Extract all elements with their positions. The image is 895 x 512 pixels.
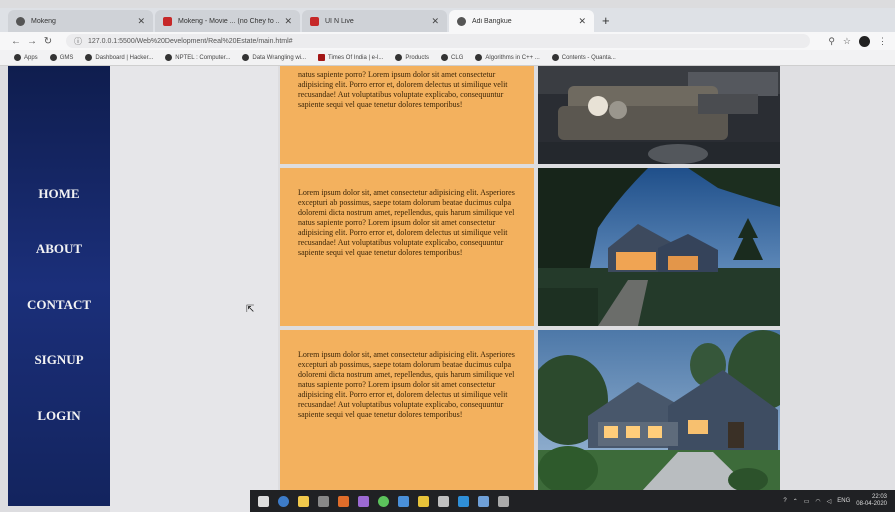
sidebar: HOME ABOUT CONTACT SIGNUP LOGIN	[8, 66, 110, 506]
app-icon[interactable]	[418, 495, 429, 507]
house-photo	[538, 330, 780, 506]
nav-login[interactable]: LOGIN	[8, 408, 110, 424]
reload-icon[interactable]: ↻	[40, 36, 56, 47]
bookmark-icon	[242, 54, 250, 61]
listing-row: Lorem ipsum dolor sit, amet consectetur …	[280, 168, 780, 326]
bookmark[interactable]: Contents - Quanta...	[551, 54, 616, 61]
clock[interactable]: 22:03 08-04-2020	[856, 494, 887, 508]
notepad-icon[interactable]	[438, 495, 449, 507]
bookmark-icon	[475, 54, 483, 61]
listing-text: Lorem ipsum dolor sit, amet consectetur …	[280, 168, 534, 326]
app-icon[interactable]	[318, 495, 329, 507]
house-evening-image	[538, 330, 780, 506]
page: HOME ABOUT CONTACT SIGNUP LOGIN natus sa…	[0, 66, 895, 512]
system-tray: ? ⌃ ▭ ◠ ◁ ENG 22:03 08-04-2020	[783, 494, 887, 508]
app-icon[interactable]	[398, 495, 409, 507]
nav-about[interactable]: ABOUT	[8, 241, 110, 257]
taskbar: ? ⌃ ▭ ◠ ◁ ENG 22:03 08-04-2020	[250, 490, 895, 512]
volume-icon[interactable]: ◁	[827, 498, 832, 505]
new-tab-icon[interactable]: +	[602, 13, 610, 28]
toolbar: ← → ↻ ⓘ 127.0.0.1:5500/Web%20Development…	[0, 32, 895, 50]
living-room-image	[538, 66, 780, 164]
vscode-icon[interactable]	[458, 495, 469, 507]
bookmark[interactable]: Apps	[14, 54, 38, 61]
listing-row: natus sapiente porro? Lorem ipsum dolor …	[280, 66, 780, 164]
close-icon[interactable]: ✕	[137, 16, 145, 27]
mouse-cursor-icon: ⇱	[246, 304, 255, 315]
bookmark[interactable]: Algorithms in C++ ...	[475, 54, 540, 61]
browser-tab[interactable]: Mokeng ✕	[8, 10, 153, 32]
bookmark-icon	[318, 54, 325, 61]
globe-icon	[16, 16, 25, 26]
photos-icon[interactable]	[478, 495, 489, 507]
language-indicator[interactable]: ENG	[837, 498, 850, 504]
apps-icon	[14, 54, 21, 61]
nav-home[interactable]: HOME	[8, 186, 110, 202]
bookmark-icon	[395, 54, 403, 61]
house-photo	[538, 168, 780, 326]
browser-tab[interactable]: UI N Live ✕	[302, 10, 447, 32]
bookmark[interactable]: GMS	[49, 54, 73, 61]
edge-icon[interactable]	[278, 495, 289, 507]
bookmark[interactable]: NPTEL : Computer...	[165, 54, 230, 61]
bookmark-icon	[165, 54, 173, 61]
tab-title: Adi Bangkue	[472, 17, 512, 25]
wifi-icon[interactable]: ◠	[815, 498, 820, 505]
avatar[interactable]	[859, 35, 870, 47]
bookmark[interactable]: Products	[395, 54, 429, 61]
tab-title: Mokeng	[31, 17, 56, 25]
app-icon[interactable]	[498, 495, 509, 507]
globe-icon	[457, 16, 466, 26]
bookmark-icon	[85, 54, 93, 61]
forward-icon[interactable]: →	[24, 36, 40, 47]
listing-row: Lorem ipsum dolor sit, amet consectetur …	[280, 330, 780, 506]
tab-title: Mokeng - Movie ... (no Chey fo ...	[178, 17, 281, 25]
star-icon[interactable]: ☆	[843, 36, 851, 47]
youtube-icon	[310, 16, 319, 26]
app-icon[interactable]	[358, 495, 369, 507]
close-icon[interactable]: ✕	[578, 16, 586, 27]
bookmark-icon	[441, 54, 449, 61]
folder-icon[interactable]	[298, 495, 309, 507]
chevron-up-icon[interactable]: ⌃	[793, 498, 798, 505]
bookmark[interactable]: Dashboard | Hacker...	[85, 54, 153, 61]
youtube-icon	[163, 16, 172, 26]
listing-text: Lorem ipsum dolor sit, amet consectetur …	[280, 330, 534, 506]
close-icon[interactable]: ✕	[431, 16, 439, 27]
house-dusk-image	[538, 168, 780, 326]
listing-text: natus sapiente porro? Lorem ipsum dolor …	[280, 66, 534, 164]
bookmark[interactable]: CLG	[441, 54, 463, 61]
interior-photo	[538, 66, 780, 164]
left-panel	[110, 66, 278, 512]
back-icon[interactable]: ←	[8, 36, 24, 47]
bookmark[interactable]: Times Of India | e-l...	[318, 54, 383, 61]
nav-signup[interactable]: SIGNUP	[8, 352, 110, 368]
app-icon[interactable]	[338, 495, 349, 507]
bookmark[interactable]: Data Wrangling wi...	[242, 54, 306, 61]
browser-tab-active[interactable]: Adi Bangkue ✕	[449, 10, 594, 32]
browser-tab[interactable]: Mokeng - Movie ... (no Chey fo ... ✕	[155, 10, 300, 32]
info-icon: ⓘ	[74, 36, 82, 46]
right-panel	[780, 66, 895, 512]
help-icon[interactable]: ?	[783, 498, 786, 504]
battery-icon: ▭	[803, 498, 810, 505]
tab-strip: Mokeng ✕ Mokeng - Movie ... (no Chey fo …	[0, 8, 895, 32]
address-bar[interactable]: ⓘ 127.0.0.1:5500/Web%20Development/Real%…	[66, 34, 811, 48]
menu-icon[interactable]: ⋮	[878, 36, 887, 47]
screen: Mokeng ✕ Mokeng - Movie ... (no Chey fo …	[0, 0, 895, 512]
windows-start-icon[interactable]	[258, 495, 269, 507]
bookmark-icon	[49, 54, 57, 61]
bookmarks-bar: Apps GMS Dashboard | Hacker... NPTEL : C…	[0, 50, 895, 66]
zoom-icon[interactable]: ⚲	[828, 36, 835, 47]
tab-title: UI N Live	[325, 17, 354, 25]
url-text: 127.0.0.1:5500/Web%20Development/Real%20…	[88, 37, 293, 45]
chrome-icon[interactable]	[378, 495, 389, 507]
nav-contact[interactable]: CONTACT	[8, 297, 110, 313]
close-icon[interactable]: ✕	[284, 16, 292, 27]
bookmark-icon	[551, 54, 559, 61]
